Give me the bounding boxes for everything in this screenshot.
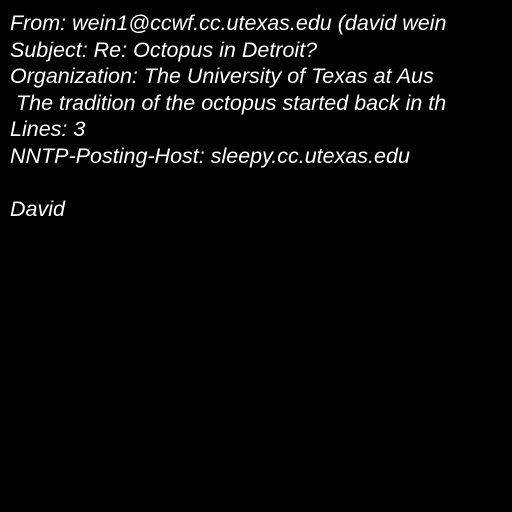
message-text: From: wein1@ccwf.cc.utexas.edu (david we… (10, 10, 512, 222)
message-view: From: wein1@ccwf.cc.utexas.edu (david we… (0, 0, 512, 512)
nntp-posting-host-header: NNTP-Posting-Host: sleepy.cc.utexas.edu (10, 143, 410, 168)
from-header: From: wein1@ccwf.cc.utexas.edu (david we… (10, 11, 447, 35)
summary-header: The tradition of the octopus started bac… (10, 90, 447, 115)
message-body: David (10, 196, 65, 221)
organization-header: Organization: The University of Texas at… (10, 64, 434, 88)
lines-header: Lines: 3 (10, 117, 86, 141)
subject-header: Subject: Re: Octopus in Detroit? (10, 37, 318, 62)
